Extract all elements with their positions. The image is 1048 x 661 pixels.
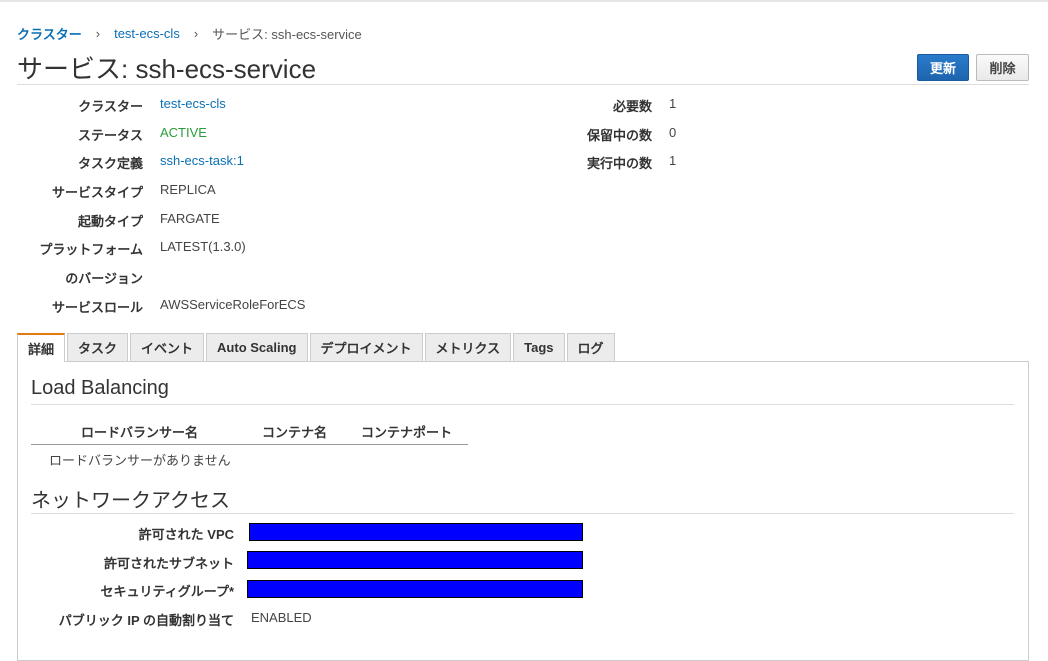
load-balancing-heading: Load Balancing: [31, 377, 169, 399]
detail-label-launch-type: 起動タイプ: [77, 214, 143, 229]
delete-button[interactable]: 削除: [976, 54, 1029, 81]
column-header-container-port: コンテナポート: [361, 425, 453, 440]
network-label-public-ip: パブリック IP の自動割り当て: [58, 613, 234, 628]
tab-tasks[interactable]: タスク: [67, 333, 129, 361]
network-label-subnets: 許可されたサブネット: [103, 556, 234, 571]
launch-type-value: FARGATE: [160, 211, 220, 226]
detail-label-desired-count: 必要数: [612, 99, 652, 114]
task-definition-link[interactable]: ssh-ecs-task:1: [160, 153, 244, 168]
page-title: サービス: ssh-ecs-service: [17, 54, 317, 84]
tab-events[interactable]: イベント: [130, 333, 205, 361]
tab-auto-scaling[interactable]: Auto Scaling: [206, 333, 308, 361]
detail-label-running-count: 実行中の数: [586, 156, 652, 171]
vpc-value-redacted: [249, 523, 583, 541]
tab-bar: 詳細 タスク イベント Auto Scaling デプロイメント メトリクス T…: [17, 333, 617, 362]
detail-label-service-type: サービスタイプ: [51, 185, 143, 200]
breadcrumb-cluster-link[interactable]: test-ecs-cls: [114, 26, 180, 41]
service-role-value: AWSServiceRoleForECS: [160, 297, 306, 312]
load-balancing-divider: [31, 404, 1014, 405]
tab-deployments[interactable]: デプロイメント: [309, 333, 423, 361]
detail-label-platform: プラットフォーム: [39, 242, 143, 257]
tab-logs[interactable]: ログ: [566, 333, 615, 361]
breadcrumb-clusters-link[interactable]: クラスター: [17, 24, 82, 43]
title-divider: [17, 84, 1029, 85]
tab-tags[interactable]: Tags: [513, 333, 565, 361]
public-ip-value: ENABLED: [251, 610, 312, 625]
detail-label-pending-count: 保留中の数: [586, 128, 652, 143]
tab-metrics[interactable]: メトリクス: [424, 333, 512, 361]
network-label-vpc: 許可された VPC: [138, 527, 234, 542]
subnets-value-redacted: [247, 551, 583, 569]
chevron-right-icon: ›: [95, 26, 101, 41]
service-type-value: REPLICA: [160, 182, 216, 197]
desired-count-value: 1: [669, 96, 677, 111]
breadcrumb-current: サービス: ssh-ecs-service: [212, 27, 362, 42]
running-count-value: 1: [669, 153, 677, 168]
detail-label-task-definition: タスク定義: [77, 156, 143, 171]
detail-label-version: のバージョン: [65, 271, 143, 286]
detail-label-service-role: サービスロール: [51, 300, 143, 315]
network-access-divider: [31, 513, 1014, 514]
table-header-divider: [31, 444, 468, 445]
column-header-load-balancer-name: ロードバランサー名: [81, 425, 199, 440]
status-value: ACTIVE: [160, 125, 207, 140]
no-load-balancers-message: ロードバランサーがありません: [49, 453, 231, 468]
platform-version-value: LATEST(1.3.0): [160, 239, 246, 254]
chevron-right-icon: ›: [193, 26, 199, 41]
column-header-container-name: コンテナ名: [262, 425, 328, 440]
top-border: [0, 0, 1048, 2]
cluster-link[interactable]: test-ecs-cls: [160, 96, 226, 111]
security-groups-value-redacted: [247, 580, 583, 598]
detail-label-status: ステータス: [77, 128, 143, 143]
network-access-heading: ネットワークアクセス: [31, 490, 230, 512]
tab-details[interactable]: 詳細: [17, 333, 66, 362]
network-label-security-groups: セキュリティグループ*: [100, 584, 235, 599]
breadcrumb: クラスター › test-ecs-cls › サービス: ssh-ecs-ser…: [17, 24, 362, 43]
detail-label-cluster: クラスター: [78, 99, 143, 114]
pending-count-value: 0: [669, 125, 677, 140]
update-button[interactable]: 更新: [917, 54, 969, 81]
